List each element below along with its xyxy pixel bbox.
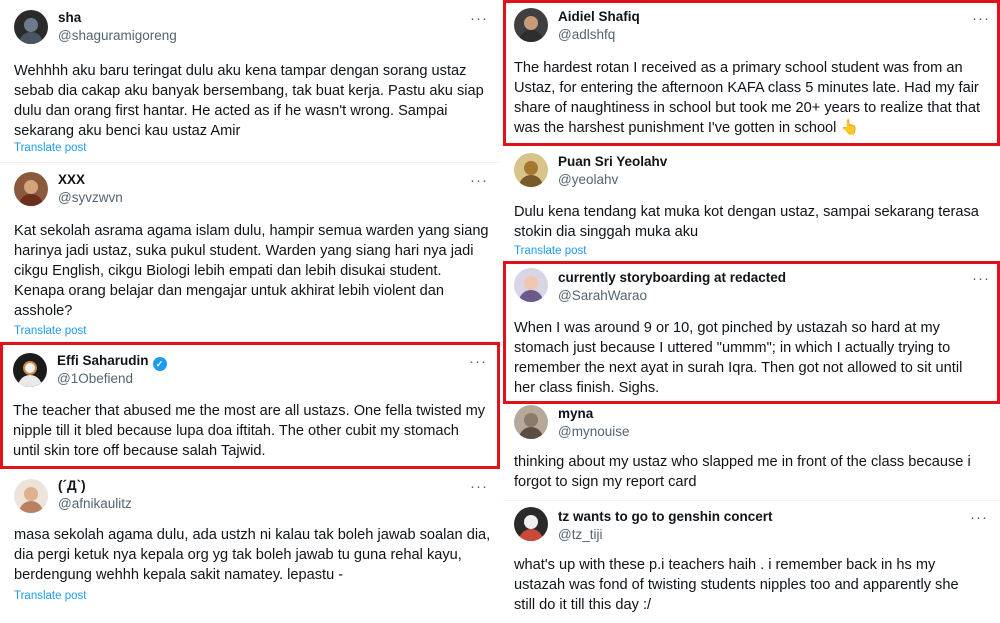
- tweet-text-line: forgot to sign my report card: [514, 474, 697, 490]
- author-handle[interactable]: @adlshfq: [558, 27, 615, 42]
- avatar[interactable]: [14, 10, 48, 44]
- tweet-text-line: her class finish. Sighs.: [514, 380, 660, 396]
- more-options-icon[interactable]: ···: [972, 271, 990, 286]
- tweet-text-line: ustazah was fond of twisting students ni…: [514, 577, 959, 593]
- author-handle[interactable]: @1Obefiend: [57, 371, 133, 386]
- highlighted-tweet-card[interactable]: Aidiel Shafiq @adlshfq ··· The hardest r…: [503, 0, 1000, 146]
- highlighted-tweet-card[interactable]: currently storyboarding at redacted @Sar…: [503, 261, 1000, 404]
- author-handle[interactable]: @syvzwvn: [58, 190, 123, 205]
- tweet-text-line: Ustaz, for entering the afternoon KAFA c…: [514, 80, 979, 96]
- author-name-text: Effi Saharudin: [57, 353, 149, 368]
- tweet-card[interactable]: XXX @syvzwvn ··· Kat sekolah asrama agam…: [0, 163, 500, 342]
- tweet-text: When I was around 9 or 10, got pinched b…: [514, 318, 962, 398]
- tweet-text-line: sebab dia cakap aku banyak bersembang, t…: [14, 83, 484, 99]
- translate-post-link[interactable]: Translate post: [514, 245, 586, 257]
- tweet-text-line: Wehhhh aku baru teringat dulu aku kena t…: [14, 63, 467, 79]
- author-name[interactable]: tz wants to go to genshin concert: [558, 509, 773, 524]
- avatar[interactable]: [514, 507, 548, 541]
- author-name[interactable]: (´Д`): [58, 478, 86, 493]
- tweet-text: Dulu kena tendang kat muka kot dengan us…: [514, 202, 979, 242]
- more-options-icon[interactable]: ···: [470, 479, 488, 494]
- translate-post-link[interactable]: Translate post: [14, 325, 86, 337]
- tweet-text-line: The hardest rotan I received as a primar…: [514, 60, 963, 76]
- author-handle[interactable]: @shaguramigoreng: [58, 28, 177, 43]
- tweet-card[interactable]: tz wants to go to genshin concert @tz_ti…: [503, 501, 1000, 623]
- translate-post-link[interactable]: Translate post: [14, 142, 86, 154]
- more-options-icon[interactable]: ···: [970, 510, 988, 525]
- tweet-card[interactable]: (´Д`) @afnikaulitz ··· masa sekolah agam…: [0, 469, 500, 623]
- tweet-text-line: dulu dan orang first hantar. He acted as…: [14, 103, 448, 119]
- author-handle[interactable]: @tz_tiji: [558, 527, 602, 542]
- tweet-text-line: berdengung wehhh kepala sakit namatey. l…: [14, 567, 344, 583]
- author-name[interactable]: XXX: [58, 172, 85, 187]
- more-options-icon[interactable]: ···: [469, 354, 487, 369]
- tweet-text-line: Kenapa orang belajar dan mengajar untuk …: [14, 283, 445, 299]
- tweet-text-line: remember the next ayat in surah Iqra. Th…: [514, 360, 963, 376]
- tweet-text: Kat sekolah asrama agama islam dulu, ham…: [14, 221, 489, 321]
- more-options-icon[interactable]: ···: [972, 11, 990, 26]
- tweet-card[interactable]: Puan Sri Yeolahv @yeolahv Dulu kena tend…: [503, 146, 1000, 260]
- author-handle[interactable]: @SarahWarao: [558, 288, 647, 303]
- more-options-icon[interactable]: ···: [470, 173, 488, 188]
- author-name[interactable]: Effi Saharudin ✓: [57, 353, 167, 371]
- avatar[interactable]: [514, 153, 548, 187]
- highlighted-tweet-card[interactable]: Effi Saharudin ✓ @1Obefiend ··· The teach…: [0, 342, 500, 469]
- tweet-text-line: what's up with these p.i teachers haih .…: [514, 557, 936, 573]
- author-name[interactable]: Aidiel Shafiq: [558, 9, 640, 24]
- tweet-text-line: stokin dia singgah muka aku: [514, 224, 699, 240]
- tweet-text-line: Kat sekolah asrama agama islam dulu, ham…: [14, 223, 489, 239]
- avatar[interactable]: [514, 405, 548, 439]
- more-options-icon[interactable]: ···: [470, 11, 488, 26]
- author-name[interactable]: myna: [558, 406, 593, 421]
- tweet-text-line: When I was around 9 or 10, got pinched b…: [514, 320, 940, 336]
- tweet-text-line: nipple till it bled because lupa doa ift…: [13, 423, 459, 439]
- author-handle[interactable]: @mynouise: [558, 424, 629, 439]
- tweet-text-line: cikgu English, cikgu Biologi lebih empat…: [14, 263, 442, 279]
- tweet-text-line: asshole?: [14, 303, 73, 319]
- tweet-text-line: thinking about my ustaz who slapped me i…: [514, 454, 971, 470]
- tweet-text-line: Dulu kena tendang kat muka kot dengan us…: [514, 204, 979, 220]
- tweet-text-line: share of naughtiness in school but took …: [514, 100, 981, 116]
- verified-badge-icon: ✓: [152, 357, 167, 371]
- tweet-text: masa sekolah agama dulu, ada ustzh ni ka…: [14, 525, 490, 585]
- tweet-text-line: dia pergi ketuk nya kepala org yg tak bo…: [14, 547, 462, 563]
- translate-post-link[interactable]: Translate post: [14, 590, 86, 602]
- tweet-text: The hardest rotan I received as a primar…: [514, 58, 980, 138]
- tweet-text-line: sekarang aku benci kau ustaz Amir: [14, 123, 241, 139]
- tweet-card[interactable]: sha @shaguramigoreng ··· Wehhhh aku baru…: [0, 0, 500, 163]
- author-handle[interactable]: @afnikaulitz: [58, 496, 132, 511]
- tweet-text-line: masa sekolah agama dulu, ada ustzh ni ka…: [14, 527, 491, 543]
- tweet-text: what's up with these p.i teachers haih .…: [514, 555, 959, 615]
- avatar[interactable]: [514, 8, 548, 42]
- tweet-text: The teacher that abused me the most are …: [13, 401, 485, 461]
- avatar[interactable]: [14, 172, 48, 206]
- avatar[interactable]: [514, 268, 548, 302]
- tweet-text-line: The teacher that abused me the most are …: [13, 403, 486, 419]
- tweet-text-line: still do it till this day :/: [514, 597, 652, 613]
- author-name[interactable]: currently storyboarding at redacted: [558, 270, 786, 285]
- avatar[interactable]: [13, 353, 47, 387]
- tweet-text: thinking about my ustaz who slapped me i…: [514, 452, 971, 492]
- tweet-card[interactable]: myna @mynouise thinking about my ustaz w…: [503, 404, 1000, 501]
- tweet-text-line: harinya jadi ustaz, suka pukul student. …: [14, 243, 474, 259]
- author-handle[interactable]: @yeolahv: [558, 172, 618, 187]
- author-name[interactable]: Puan Sri Yeolahv: [558, 154, 667, 169]
- author-name[interactable]: sha: [58, 10, 81, 25]
- avatar[interactable]: [14, 479, 48, 513]
- tweet-text-line: until skin tore off because salah Tajwid…: [13, 443, 266, 459]
- tweet-text-line: was the harshest punishment I've gotten …: [514, 120, 859, 136]
- tweet-text: Wehhhh aku baru teringat dulu aku kena t…: [14, 61, 484, 141]
- tweet-text-line: stomach just because I uttered "ummm"; i…: [514, 340, 951, 356]
